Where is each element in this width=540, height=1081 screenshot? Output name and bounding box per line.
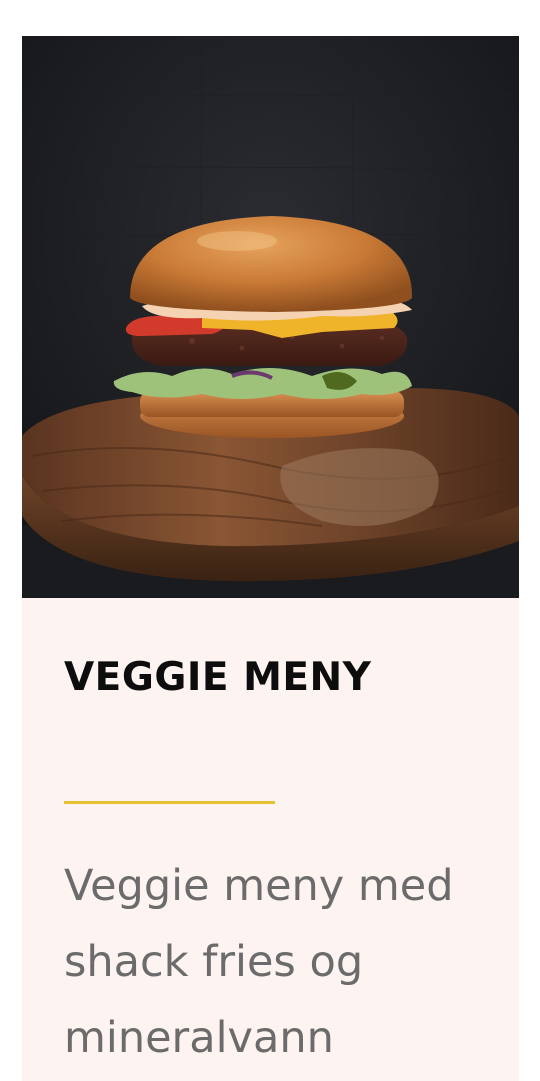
burger-photo [22,36,519,598]
menu-item-description: Veggie meny med shack fries og mineralva… [64,861,454,1063]
menu-item-title: VEGGIE MENY [64,655,372,700]
accent-divider [64,801,275,804]
menu-card[interactable]: VEGGIE MENY Veggie meny med shack fries … [22,36,519,1081]
